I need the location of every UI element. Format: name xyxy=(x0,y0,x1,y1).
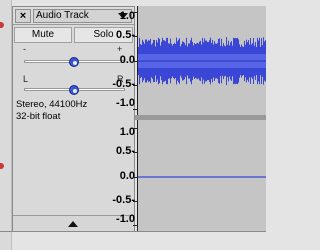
close-track-button[interactable]: × xyxy=(15,9,31,23)
pan-slider-knob[interactable] xyxy=(68,85,79,95)
ruler-tick-label: 0.5- xyxy=(116,145,135,158)
track-name-menu[interactable]: Audio Track xyxy=(33,9,132,23)
gain-slider-knob[interactable] xyxy=(68,57,79,67)
waveform-lower-svg xyxy=(138,176,266,178)
gain-max-label: + xyxy=(117,44,123,54)
waveform-upper-svg xyxy=(138,37,266,85)
ruler-tick-label: 0.0 xyxy=(119,169,135,182)
ruler-tick-label: -0.5- xyxy=(112,77,135,90)
waveform-channel-lower[interactable] xyxy=(138,120,266,231)
left-margin-strip xyxy=(0,0,12,250)
waveform-channel-upper[interactable] xyxy=(138,6,266,115)
track-format-label: Stereo, 44100Hz xyxy=(16,99,88,110)
pan-left-label: L xyxy=(23,74,29,84)
gain-min-label: - xyxy=(23,44,26,54)
ruler-tick-label: -1.0 xyxy=(116,97,135,109)
panel-bottom-border xyxy=(0,231,266,232)
mute-button[interactable]: Mute xyxy=(14,27,72,43)
ruler-tick-label: -1.0 xyxy=(116,213,135,225)
selection-marker xyxy=(0,163,4,169)
track-bit-depth-label: 32-bit float xyxy=(16,111,61,122)
ruler-tick-label: 0.5- xyxy=(116,29,135,42)
ruler-tick-label: 0.0 xyxy=(119,53,135,66)
selection-marker xyxy=(0,22,4,28)
track-name-label: Audio Track xyxy=(36,10,89,21)
triangle-up-icon xyxy=(68,221,78,227)
ruler-tick-label: -0.5- xyxy=(112,193,135,206)
track-header: × Audio Track xyxy=(13,7,134,25)
